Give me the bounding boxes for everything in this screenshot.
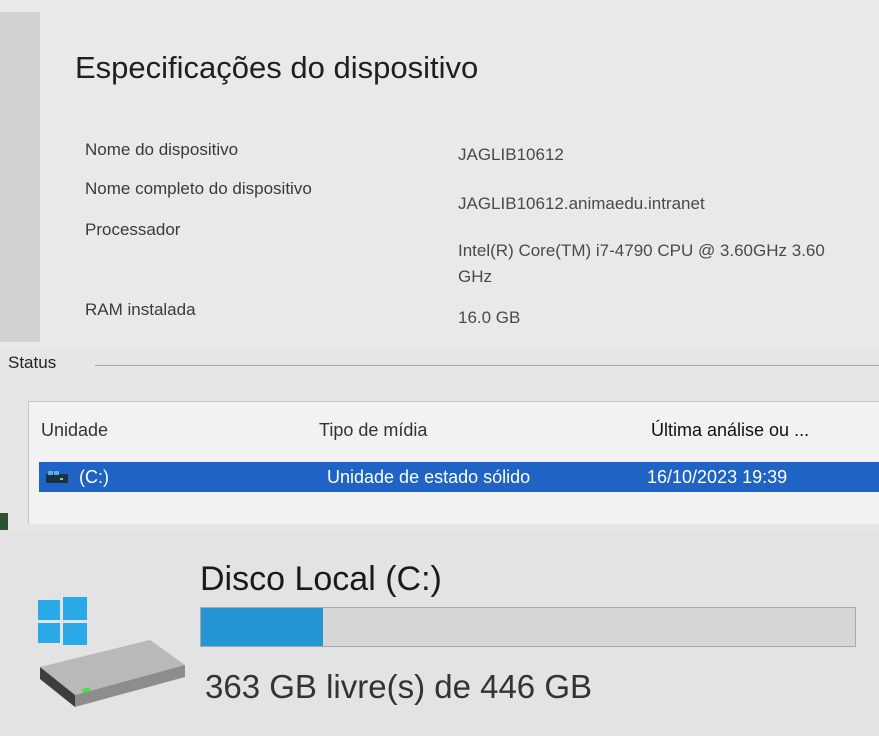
column-header-last-analysis[interactable]: Última análise ou ... — [651, 420, 809, 441]
drive-row-last-analysis: 16/10/2023 19:39 — [647, 467, 788, 487]
drive-row-unit: (C:) — [79, 467, 109, 487]
spec-label-ram: RAM instalada — [85, 300, 196, 319]
specs-title: Especificações do dispositivo — [75, 50, 479, 85]
status-panel: Status Unidade Tipo de mídia Última anál… — [0, 347, 879, 530]
column-header-media-type[interactable]: Tipo de mídia — [319, 420, 427, 441]
disk-usage-bar-fill — [201, 608, 323, 646]
spec-value-processor: Intel(R) Core(TM) i7-4790 CPU @ 3.60GHz … — [458, 241, 825, 286]
spec-label-processor: Processador — [85, 220, 181, 239]
background-edge — [0, 513, 8, 530]
device-specifications-panel: Especificações do dispositivo Nome do di… — [0, 0, 879, 347]
spec-value-device-name: JAGLIB10612 — [458, 145, 564, 164]
disk-name: Disco Local (C:) — [200, 560, 442, 598]
left-strip — [0, 12, 40, 342]
disk-usage-bar — [200, 607, 856, 647]
status-divider — [95, 365, 879, 366]
status-legend: Status — [8, 353, 57, 372]
spec-value-ram: 16.0 GB — [458, 308, 521, 327]
local-disk-panel[interactable]: Disco Local (C:) 363 GB livre(s) de 446 … — [0, 530, 879, 736]
drive-icon — [46, 471, 68, 483]
spec-label-full-device-name: Nome completo do dispositivo — [85, 179, 312, 198]
spec-value-full-device-name: JAGLIB10612.animaedu.intranet — [458, 194, 705, 213]
drive-row-selected[interactable]: (C:) Unidade de estado sólido 16/10/2023… — [39, 462, 879, 492]
windows-drive-icon — [38, 597, 185, 707]
disk-free-space: 363 GB livre(s) de 446 GB — [205, 668, 593, 705]
spec-label-device-name: Nome do dispositivo — [85, 140, 239, 159]
drive-list: Unidade Tipo de mídia Última análise ou … — [28, 401, 879, 524]
drive-row-media-type: Unidade de estado sólido — [327, 467, 531, 487]
column-header-unit[interactable]: Unidade — [41, 420, 108, 441]
